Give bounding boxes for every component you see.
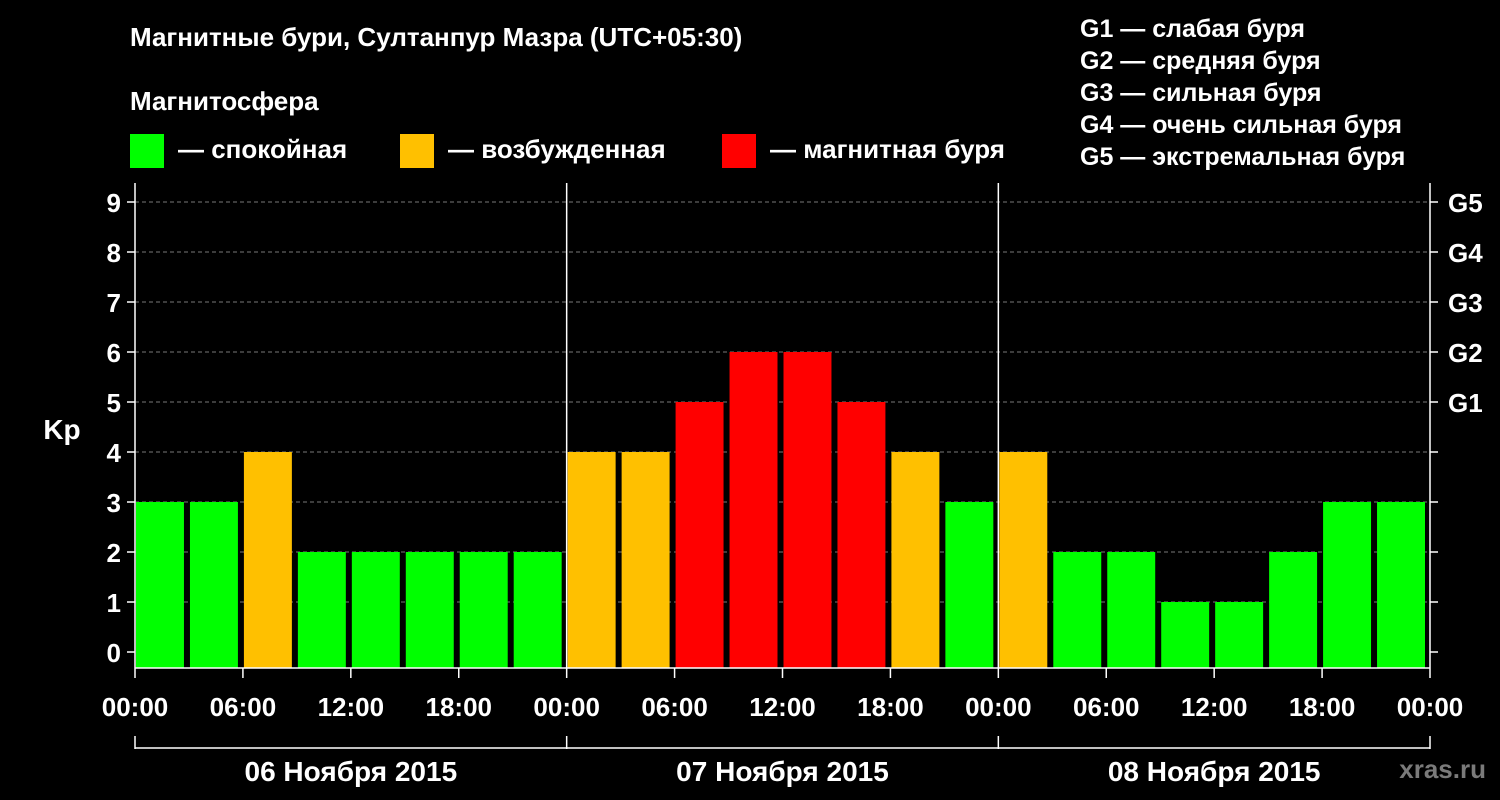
kp-bar — [1377, 502, 1425, 668]
kp-bar — [1215, 602, 1264, 668]
x-tick-label: 00:00 — [533, 692, 600, 722]
g-scale-label: G3 — [1448, 288, 1483, 318]
y-tick-label: 9 — [107, 188, 121, 218]
y-tick-label: 8 — [107, 238, 121, 268]
x-tick-label: 18:00 — [426, 692, 493, 722]
x-tick-label: 00:00 — [965, 692, 1032, 722]
day-label: 08 Ноября 2015 — [1108, 756, 1321, 787]
y-tick-label: 0 — [107, 638, 121, 668]
x-tick-label: 12:00 — [318, 692, 385, 722]
kp-bar — [459, 552, 508, 668]
kp-bar — [837, 402, 886, 668]
x-tick-label: 18:00 — [1289, 692, 1356, 722]
kp-bar — [1323, 502, 1372, 668]
g-scale-label: G1 — [1448, 388, 1483, 418]
kp-bar — [945, 502, 994, 668]
kp-bar — [136, 502, 184, 668]
kp-bar — [297, 552, 346, 668]
kp-bar — [1161, 602, 1210, 668]
day-label: 06 Ноября 2015 — [245, 756, 458, 787]
y-axis-label: Kp — [43, 414, 80, 445]
y-tick-label: 7 — [107, 288, 121, 318]
g-scale-label: G5 — [1448, 188, 1483, 218]
kp-bar — [999, 452, 1048, 668]
kp-bar — [513, 552, 562, 668]
kp-bar — [189, 502, 238, 668]
g-scale-label: G2 — [1448, 338, 1483, 368]
x-tick-label: 06:00 — [641, 692, 708, 722]
x-tick-label: 12:00 — [1181, 692, 1248, 722]
x-tick-label: 06:00 — [210, 692, 277, 722]
y-tick-label: 2 — [107, 538, 121, 568]
kp-bar — [567, 452, 616, 668]
x-tick-label: 06:00 — [1073, 692, 1140, 722]
x-tick-label: 00:00 — [1397, 692, 1464, 722]
kp-bar — [891, 452, 940, 668]
kp-bar — [1269, 552, 1318, 668]
kp-bar — [729, 352, 778, 668]
x-tick-label: 00:00 — [102, 692, 169, 722]
kp-bar — [1107, 552, 1156, 668]
kp-bar — [405, 552, 454, 668]
x-tick-label: 12:00 — [749, 692, 816, 722]
kp-bar — [243, 452, 292, 668]
kp-bar — [1053, 552, 1102, 668]
watermark: xras.ru — [1399, 754, 1486, 784]
kp-bar — [351, 552, 400, 668]
kp-bar-chart: 0 1 2 3 4 5 6 7 8 9 G1 G2 G3 G4 G5 Kp 00:00 06:00 12:00 18:… — [43, 183, 1483, 787]
y-tick-label: 5 — [107, 388, 121, 418]
g-scale-label: G4 — [1448, 238, 1483, 268]
x-tick-label: 18:00 — [857, 692, 924, 722]
y-tick-label: 3 — [107, 488, 121, 518]
y-tick-label: 4 — [107, 438, 122, 468]
y-tick-label: 1 — [107, 588, 121, 618]
day-label: 07 Ноября 2015 — [676, 756, 889, 787]
kp-bar — [783, 352, 832, 668]
kp-bar — [675, 402, 724, 668]
y-tick-label: 6 — [107, 338, 121, 368]
kp-bar — [621, 452, 670, 668]
